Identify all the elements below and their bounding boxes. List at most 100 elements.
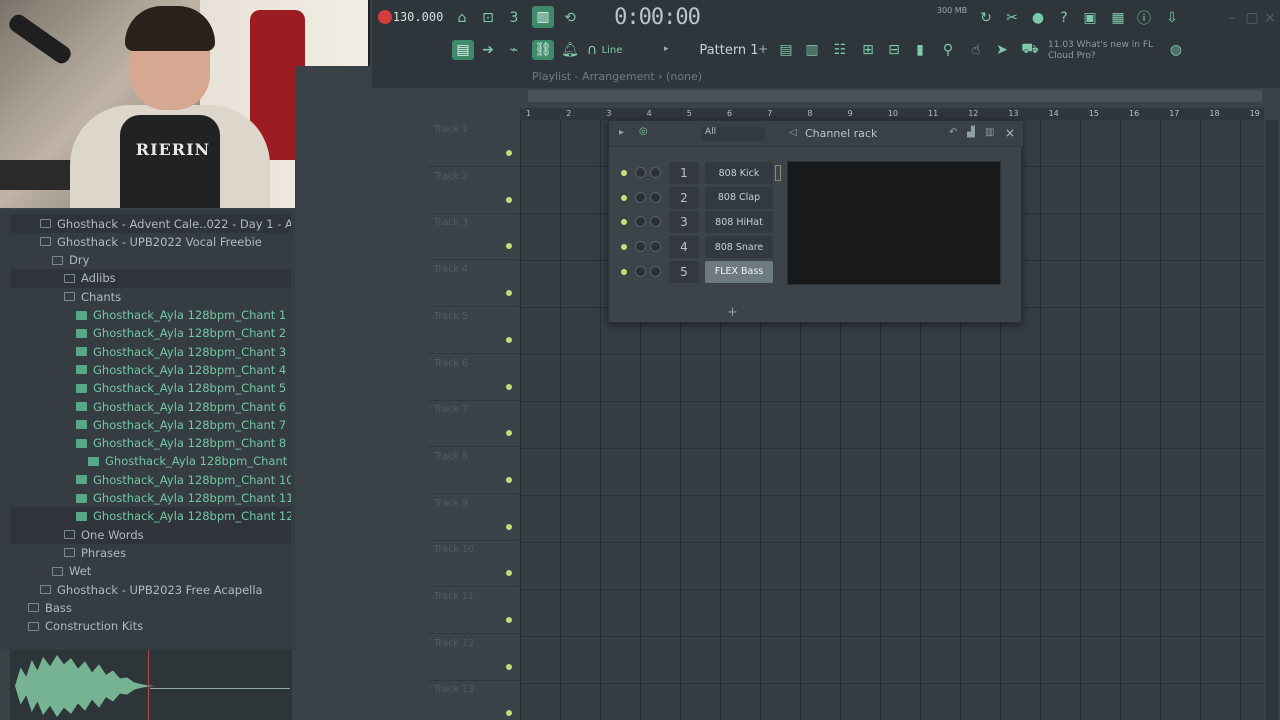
browser-file-item[interactable]: Ghosthack_Ayla 128bpm_Chant 7 DRY xyxy=(10,415,291,434)
mixer-track-number[interactable]: 5 xyxy=(669,260,699,283)
record-button[interactable] xyxy=(378,10,392,24)
playlist-track-header[interactable]: Track 10 xyxy=(428,540,518,588)
browser-folder-item[interactable]: Construction Kits xyxy=(10,617,291,636)
channel-name-button[interactable]: 808 Kick xyxy=(705,162,773,184)
browser-folder-item[interactable]: Ghosthack - UPB2022 Vocal Freebie xyxy=(10,232,291,251)
loop-record-icon[interactable]: ⟲ xyxy=(560,8,580,28)
track-mute-led[interactable] xyxy=(506,430,512,437)
channel-row[interactable]: 1 808 Kick xyxy=(617,162,1007,184)
browser-folder-item[interactable]: Dry xyxy=(10,251,291,270)
pan-knob[interactable] xyxy=(635,191,646,203)
pan-knob[interactable] xyxy=(635,241,646,253)
channel-name-button[interactable]: 808 Snare xyxy=(705,236,773,259)
steps-icon[interactable]: ▥ xyxy=(985,127,994,138)
download-icon[interactable]: ⇩ xyxy=(1162,8,1182,28)
mixer-track-number[interactable]: 3 xyxy=(669,211,699,234)
metronome-icon[interactable]: ⌂ xyxy=(452,8,472,28)
help-icon[interactable]: ? xyxy=(1054,8,1074,28)
playlist-track-header[interactable]: Track 11 xyxy=(428,587,518,634)
playlist-track-header[interactable]: Track 4 xyxy=(428,260,518,308)
browser-file-item[interactable]: Ghosthack_Ayla 128bpm_Chant 2 DRY xyxy=(10,324,291,343)
browser-folder-item[interactable]: Adlibs xyxy=(10,268,291,288)
mixer-track-number[interactable]: 1 xyxy=(669,162,699,184)
browser-folder-item[interactable]: Ghosthack - UPB2023 Free Acapella xyxy=(10,580,291,599)
playlist-track-header[interactable]: Track 7 xyxy=(428,400,518,448)
plugin-icon[interactable]: ⚲ xyxy=(938,40,958,60)
pan-knob[interactable] xyxy=(635,216,646,228)
playlist-track-header[interactable]: Track 5 xyxy=(428,307,518,354)
rack-close-icon[interactable]: × xyxy=(1005,126,1015,140)
touch-icon[interactable]: ☝ xyxy=(966,40,986,60)
channel-mute-led[interactable] xyxy=(621,244,627,251)
browser-file-item[interactable]: Ghosthack_Ayla 128bpm_Chant 4 DRY xyxy=(10,360,291,379)
piano-roll-icon[interactable]: ▤ xyxy=(452,40,474,60)
volume-knob[interactable] xyxy=(650,191,661,203)
browser-file-item[interactable]: Ghosthack_Ayla 128bpm_Chant 10 DRY xyxy=(10,470,291,489)
channel-mute-led[interactable] xyxy=(621,268,627,275)
arrow-right-icon[interactable]: ➔ xyxy=(478,40,498,60)
browser-file-item[interactable]: Ghosthack_Ayla 128bpm_Chant 11 DRY xyxy=(10,489,291,508)
browser-file-item[interactable]: Ghosthack_Ayla 128bpm_Chant 1 DRY xyxy=(10,306,291,325)
channel-name-button[interactable]: FLEX Bass xyxy=(705,260,773,283)
mixer-track-number[interactable]: 4 xyxy=(669,236,699,259)
minimize-icon[interactable]: – xyxy=(1222,8,1242,28)
channel-row[interactable]: 2 808 Clap xyxy=(617,186,1007,209)
snap-selector[interactable]: Line xyxy=(597,42,627,58)
volume-knob[interactable] xyxy=(650,241,661,253)
pattern-selector[interactable]: Pattern 1 xyxy=(694,40,764,60)
volume-knob[interactable] xyxy=(650,265,661,277)
project-icon[interactable]: ▮ xyxy=(910,40,930,60)
bell-icon[interactable]: 🔔︎ xyxy=(560,40,580,60)
playlist-track-header[interactable]: Track 8 xyxy=(428,447,518,494)
mixer-icon[interactable]: ▦ xyxy=(1108,8,1128,28)
browser-icon[interactable]: ⊟ xyxy=(884,40,904,60)
playlist-vertical-scrollbar[interactable] xyxy=(1266,120,1278,720)
track-mute-led[interactable] xyxy=(506,663,512,670)
info-icon[interactable]: ⓘ xyxy=(1134,8,1154,28)
volume-knob[interactable] xyxy=(650,167,661,178)
tempo-display[interactable]: 130.000 xyxy=(393,6,444,28)
browser-file-item[interactable]: Ghosthack_Ayla 128bpm_Chant 12 DRY xyxy=(10,506,291,526)
track-mute-led[interactable] xyxy=(506,336,512,343)
playlist-track-header[interactable]: Track 6 xyxy=(428,354,518,401)
track-mute-led[interactable] xyxy=(506,570,512,577)
refresh-icon[interactable]: ↻ xyxy=(976,8,996,28)
playlist-track-header[interactable]: Track 1 xyxy=(428,120,518,167)
rack-menu-icon[interactable]: ▸ xyxy=(619,127,624,138)
mic-icon[interactable]: ● xyxy=(1028,8,1048,28)
track-mute-led[interactable] xyxy=(506,476,512,483)
news-panel[interactable]: 11.03 What's new in FL Cloud Pro? xyxy=(1048,38,1168,64)
playlist-track-header[interactable]: Track 13 xyxy=(428,680,518,720)
browser-folder-item[interactable]: Phrases xyxy=(10,543,291,562)
playlist-track-header[interactable]: Track 9 xyxy=(428,494,518,541)
channel-mute-led[interactable] xyxy=(621,170,627,176)
track-mute-led[interactable] xyxy=(506,710,512,717)
add-channel-button[interactable]: + xyxy=(727,305,738,320)
track-mute-led[interactable] xyxy=(506,150,512,156)
cart-icon[interactable]: ⛟ xyxy=(1020,40,1040,60)
wait-icon[interactable]: ⊡ xyxy=(478,8,498,28)
playlist-track-header[interactable]: Track 12 xyxy=(428,634,518,681)
send-icon[interactable]: ➤ xyxy=(992,40,1012,60)
globe-icon[interactable]: ◍ xyxy=(1166,40,1186,60)
track-mute-led[interactable] xyxy=(506,243,512,250)
browser-file-item[interactable]: Ghosthack_Ayla 128bpm_Chant 9 DRY xyxy=(10,452,291,471)
countdown-icon[interactable]: 3 xyxy=(504,8,524,28)
link-icon[interactable]: ⛓ xyxy=(532,40,554,60)
playlist-horizontal-scrollbar[interactable] xyxy=(528,90,1262,102)
track-mute-led[interactable] xyxy=(506,617,512,623)
track-mute-led[interactable] xyxy=(506,523,512,530)
mixer-track-number[interactable]: 2 xyxy=(669,186,699,209)
channel-name-button[interactable]: 808 Clap xyxy=(705,186,773,209)
channel-name-button[interactable]: 808 HiHat xyxy=(705,211,773,234)
channel-rack-icon[interactable]: ▥ xyxy=(802,40,822,60)
undo-icon[interactable]: ↶ xyxy=(949,127,957,138)
browser-folder-item[interactable]: One Words xyxy=(10,525,291,545)
pattern-add-icon[interactable]: + xyxy=(758,42,768,56)
close-icon[interactable]: × xyxy=(1260,8,1280,28)
volume-knob[interactable] xyxy=(650,216,661,228)
browser-file-item[interactable]: Ghosthack_Ayla 128bpm_Chant 3 DRY xyxy=(10,342,291,361)
mixer-toggle-icon[interactable]: ☷ xyxy=(830,40,850,60)
playlist-track-header[interactable]: Track 3 xyxy=(428,213,518,261)
track-mute-led[interactable] xyxy=(506,383,512,390)
